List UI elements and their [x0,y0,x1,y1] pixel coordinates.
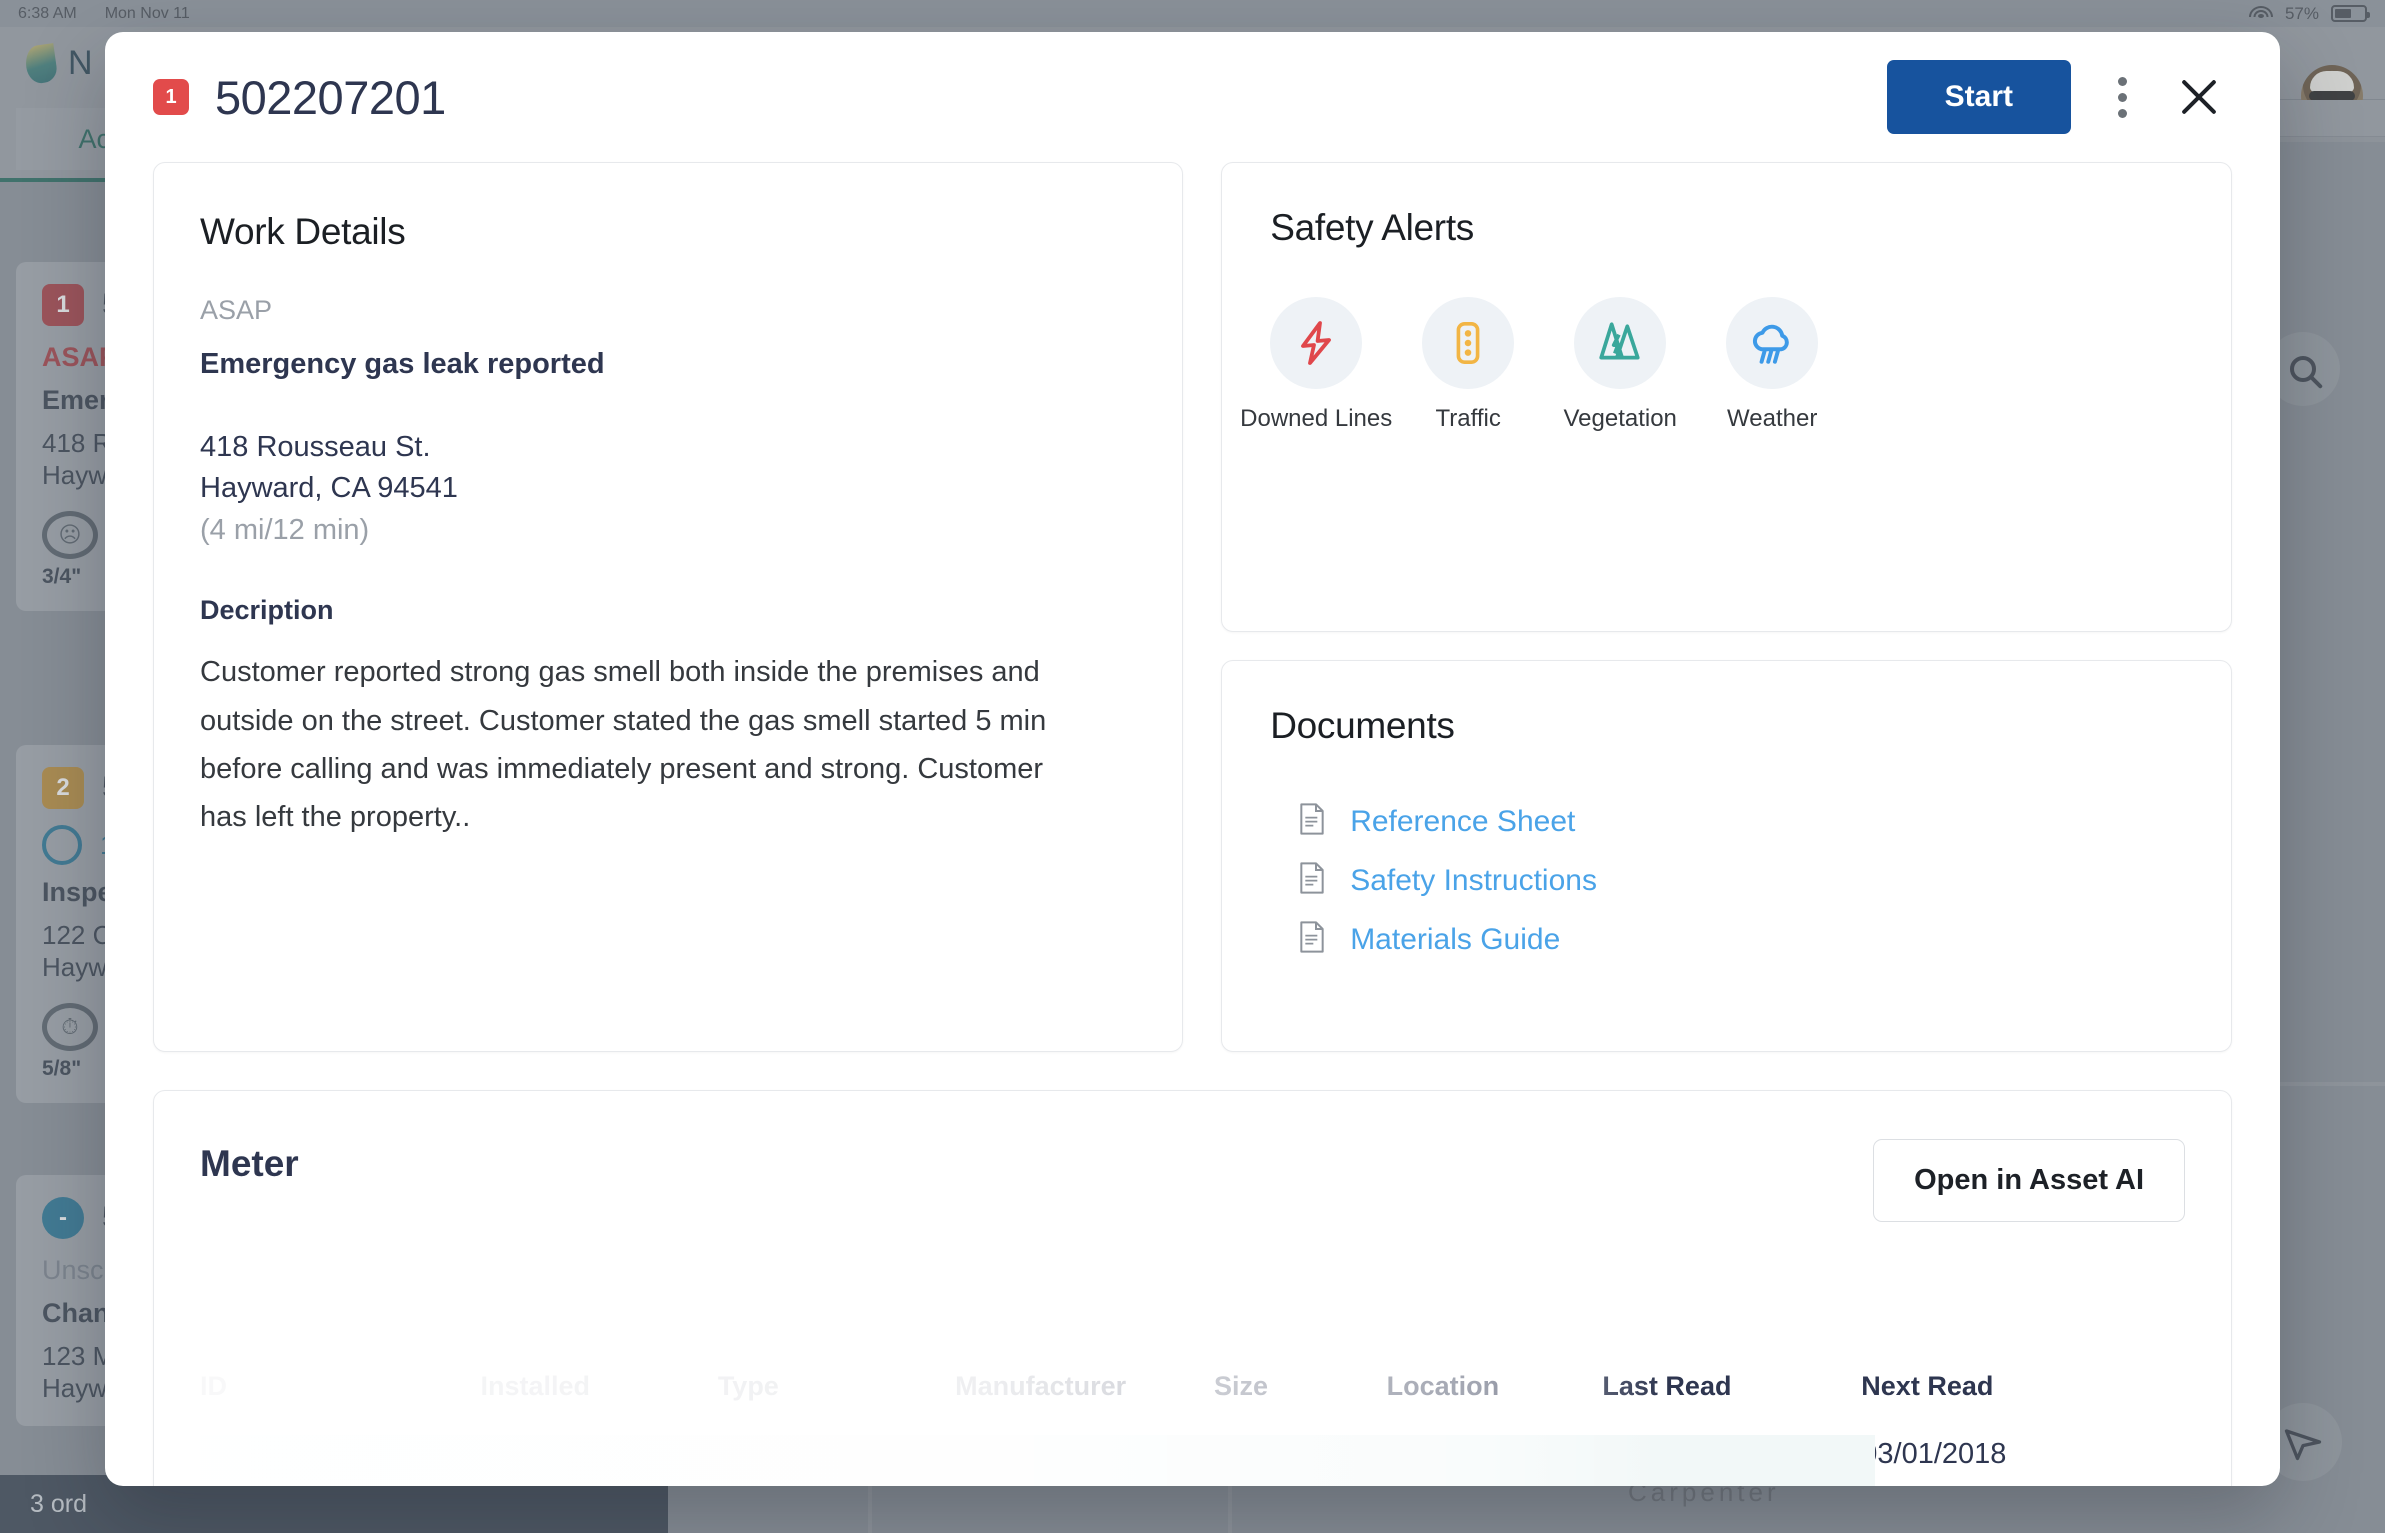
document-link[interactable]: Materials Guide [1350,923,1560,957]
column-header-type: Type [717,1371,779,1401]
description-label: Decription [200,595,334,626]
safety-alerts-card: Safety Alerts Downed Lines Traffic Veget… [1221,162,2232,632]
lightning-bolt-icon [1270,297,1363,389]
safety-alert-downed-lines[interactable]: Downed Lines [1240,297,1392,433]
documents-list: Reference Sheet Safety Instructions Mate… [1270,803,2183,958]
start-button[interactable]: Start [1886,60,2071,134]
document-link[interactable]: Reference Sheet [1350,805,1575,839]
document-link[interactable]: Safety Instructions [1350,864,1597,898]
document-icon [1298,921,1326,958]
meter-row-highlight [200,1435,1875,1486]
detail-top-grid: Work Details ASAP Emergency gas leak rep… [153,162,2232,1052]
work-details-address-line1: 418 Rousseau St. [200,431,431,463]
traffic-light-icon [1422,297,1515,389]
column-header-location: Location [1386,1371,1500,1401]
document-item-materials-guide[interactable]: Materials Guide [1298,921,2183,958]
cell-next-read: 03/01/2018 [1861,1438,2007,1470]
column-header-installed: Installed [480,1371,591,1401]
rain-cloud-icon [1726,297,1819,389]
modal-header-actions: Start [1886,60,2225,134]
document-item-reference-sheet[interactable]: Reference Sheet [1298,803,2183,840]
more-vertical-icon[interactable] [2105,66,2139,128]
column-header-manufacturer: Manufacturer [955,1371,1127,1401]
work-details-subject: Emergency gas leak reported [200,348,605,380]
safety-alert-label: Vegetation [1563,405,1677,432]
modal-body: Work Details ASAP Emergency gas leak rep… [105,162,2280,1486]
document-item-safety-instructions[interactable]: Safety Instructions [1298,862,2183,899]
close-icon[interactable] [2173,71,2225,123]
safety-alerts-title: Safety Alerts [1270,207,1474,248]
work-order-detail-modal: 1 502207201 Start Work Details ASAP Emer… [105,32,2280,1486]
right-column: Safety Alerts Downed Lines Traffic Veget… [1221,162,2232,1052]
description-text: Customer reported strong gas smell both … [200,656,1047,833]
work-details-card: Work Details ASAP Emergency gas leak rep… [153,162,1184,1052]
modal-header: 1 502207201 Start [105,32,2280,162]
safety-alert-vegetation[interactable]: Vegetation [1563,297,1677,433]
safety-alert-label: Traffic [1435,405,1501,432]
work-details-eta: (4 mi/12 min) [200,513,370,546]
trees-icon [1574,297,1667,389]
meter-card: Meter Open in Asset AI ID Installed Type [153,1090,2232,1486]
work-details-address-line2: Hayward, CA 94541 [200,472,458,505]
safety-alert-traffic[interactable]: Traffic [1422,297,1515,433]
document-icon [1298,862,1326,899]
meter-table-header-row: ID Installed Type Manufacturer Size Loca… [200,1371,2185,1424]
safety-alert-label: Weather [1727,405,1818,432]
work-details-title: Work Details [200,211,406,252]
documents-title: Documents [1270,705,1455,746]
column-header-next-read: Next Read [1861,1371,1994,1401]
column-header-size: Size [1214,1371,1269,1401]
column-header-last-read: Last Read [1602,1371,1732,1401]
meter-table: ID Installed Type Manufacturer Size Loca… [154,1341,2185,1486]
documents-card: Documents Reference Sheet Safety Instruc… [1221,660,2232,1052]
safety-alerts-list: Downed Lines Traffic Vegetation Weather [1240,297,2183,433]
column-header-id: ID [200,1371,227,1401]
work-details-priority: ASAP [200,295,273,325]
open-in-asset-ai-button[interactable]: Open in Asset AI [1873,1139,2185,1222]
work-order-priority-badge: 1 [153,79,189,115]
safety-alert-label: Downed Lines [1240,405,1393,432]
page-title: 502207201 [215,70,446,124]
document-icon [1298,803,1326,840]
safety-alert-weather[interactable]: Weather [1726,297,1819,433]
